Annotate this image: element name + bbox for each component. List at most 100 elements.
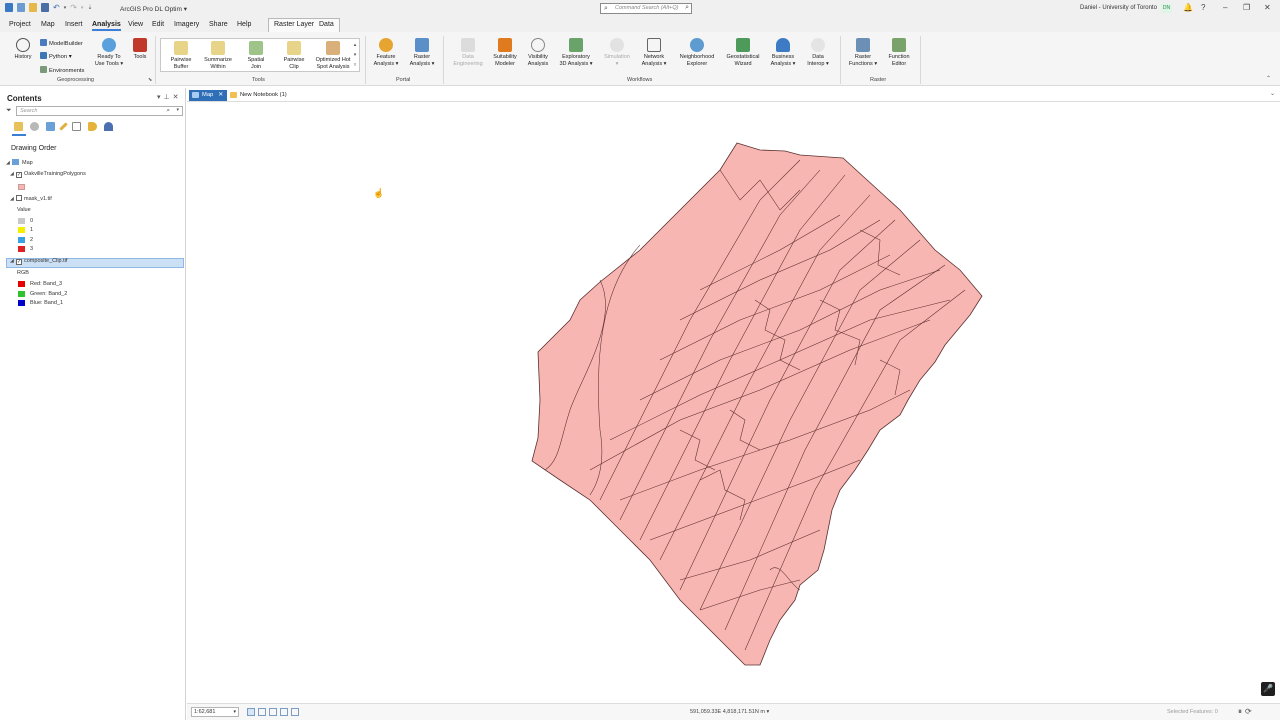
- close-icon[interactable]: ✕: [1264, 3, 1271, 12]
- summarize-within-button[interactable]: Summarize Within: [201, 41, 235, 70]
- environments-button[interactable]: Environments: [40, 66, 84, 74]
- training-polygon-extent[interactable]: [531, 142, 983, 666]
- raster-analysis-button[interactable]: Raster Analysis ▾: [406, 38, 438, 67]
- gallery-expand-icon[interactable]: ▿: [354, 62, 357, 68]
- visibility-checkbox[interactable]: ✓: [16, 259, 22, 265]
- help-icon[interactable]: ?: [1201, 3, 1205, 12]
- map-view[interactable]: [187, 103, 1280, 703]
- redo-dropdown-icon[interactable]: ▾: [81, 5, 84, 11]
- user-name[interactable]: Daniel - University of Toronto: [1080, 5, 1157, 11]
- list-by-selection-icon[interactable]: [46, 122, 55, 131]
- tab-notebook-view[interactable]: New Notebook (1): [227, 90, 291, 101]
- search-icon[interactable]: ⌕: [166, 107, 170, 115]
- chevron-down-icon[interactable]: ▾: [766, 709, 769, 715]
- raster-functions-button[interactable]: Raster Functions ▾: [846, 38, 880, 67]
- chevron-up-icon[interactable]: ▴: [354, 42, 357, 48]
- command-search-input[interactable]: ⌕ Command Search (Alt+Q) ⌕: [600, 3, 692, 14]
- table-icon[interactable]: [269, 708, 277, 716]
- grid-icon[interactable]: [258, 708, 266, 716]
- polygon-symbol-swatch[interactable]: [18, 184, 25, 190]
- gallery-scroll[interactable]: ▴ ▾ ▿: [351, 40, 359, 70]
- tab-imagery[interactable]: Imagery: [174, 21, 199, 28]
- suitability-modeler-button[interactable]: Suitability Modeler: [489, 38, 521, 67]
- feature-analysis-button[interactable]: Feature Analysis ▾: [370, 38, 402, 67]
- spatial-join-button[interactable]: Spatial Join: [241, 41, 271, 70]
- chevron-down-icon[interactable]: ▾: [176, 107, 179, 113]
- app-title[interactable]: ArcGIS Pro DL Optim ▾: [120, 5, 187, 13]
- project-icon[interactable]: [5, 3, 13, 12]
- tab-data[interactable]: Data: [319, 21, 334, 28]
- pairwise-buffer-button[interactable]: Pairwise Buffer: [164, 41, 198, 70]
- value-2-swatch[interactable]: [18, 237, 25, 243]
- history-button[interactable]: History: [12, 38, 34, 61]
- tab-analysis[interactable]: Analysis: [92, 21, 121, 31]
- undo-dropdown-icon[interactable]: ▾: [64, 5, 67, 11]
- simulation-button[interactable]: Simulation ▾: [600, 38, 634, 67]
- optimized-hot-spot-button[interactable]: Optimized Hot Spot Analysis: [313, 41, 353, 70]
- list-by-editing-icon[interactable]: [59, 122, 68, 131]
- tab-share[interactable]: Share: [209, 21, 228, 28]
- navigate-icon[interactable]: [280, 708, 288, 716]
- visibility-analysis-button[interactable]: Visibility Analysis: [523, 38, 553, 67]
- list-by-snapping-icon[interactable]: [72, 122, 81, 131]
- tab-help[interactable]: Help: [237, 21, 251, 28]
- data-interop-button[interactable]: Data Interop ▾: [803, 38, 833, 67]
- microphone-icon[interactable]: 🎤: [1261, 682, 1275, 696]
- tab-project[interactable]: Project: [9, 21, 31, 28]
- minimize-icon[interactable]: –: [1223, 3, 1227, 12]
- list-by-data-source-icon[interactable]: [30, 122, 39, 131]
- tools-button[interactable]: Tools: [130, 38, 150, 61]
- modelbuilder-button[interactable]: ModelBuilder: [40, 39, 83, 47]
- refresh-icon[interactable]: [291, 708, 299, 716]
- list-by-labeling-icon[interactable]: [88, 122, 97, 131]
- toc-layer-training-polygons[interactable]: ◢ ✓ OakvilleTrainingPolygons: [10, 171, 86, 178]
- exploratory-3d-button[interactable]: Exploratory 3D Analysis ▾: [556, 38, 596, 67]
- map-canvas[interactable]: [187, 103, 1280, 703]
- notification-icon[interactable]: 🔔: [1183, 3, 1193, 12]
- list-by-drawing-order-icon[interactable]: [14, 122, 23, 131]
- collapse-ribbon-icon[interactable]: ⌃: [1266, 75, 1271, 82]
- value-0-swatch[interactable]: [18, 218, 25, 224]
- tab-insert[interactable]: Insert: [65, 21, 83, 28]
- customize-icon[interactable]: ⇣: [87, 4, 92, 11]
- contents-search-input[interactable]: Search ⌕ ▾: [16, 106, 183, 116]
- business-analysis-button[interactable]: Business Analysis ▾: [767, 38, 799, 67]
- geostatistical-wizard-button[interactable]: Geostatistical Wizard: [723, 38, 763, 67]
- green-band-swatch[interactable]: [18, 291, 25, 297]
- pause-icon[interactable]: ⏸: [1238, 707, 1245, 716]
- network-analysis-button[interactable]: Network Analysis ▾: [638, 38, 670, 67]
- neighborhood-explorer-button[interactable]: Neighborhood Explorer: [675, 38, 719, 67]
- value-3-swatch[interactable]: [18, 246, 25, 252]
- open-icon[interactable]: [29, 3, 37, 12]
- undo-icon[interactable]: ↶: [53, 3, 60, 12]
- function-editor-button[interactable]: Function Editor: [884, 38, 914, 67]
- tab-map[interactable]: Map: [41, 21, 55, 28]
- visibility-checkbox[interactable]: [16, 195, 22, 201]
- save-icon[interactable]: [41, 3, 49, 12]
- blue-band-swatch[interactable]: [18, 300, 25, 306]
- python-button[interactable]: Python ▾: [40, 52, 72, 60]
- tab-edit[interactable]: Edit: [152, 21, 164, 28]
- toc-layer-composite[interactable]: ◢ ✓ composite_Clip.tif: [10, 258, 67, 265]
- toc-layer-mask[interactable]: ◢ mask_v1.tif: [10, 195, 52, 202]
- ready-to-use-tools-button[interactable]: Ready To Use Tools ▾: [92, 38, 126, 67]
- selected-features-count[interactable]: Selected Features: 0: [1167, 709, 1218, 715]
- visibility-checkbox[interactable]: ✓: [16, 172, 22, 178]
- restore-icon[interactable]: ❐: [1243, 3, 1250, 12]
- new-icon[interactable]: [17, 3, 25, 12]
- pairwise-clip-button[interactable]: Pairwise Clip: [279, 41, 309, 70]
- tab-view[interactable]: View: [128, 21, 143, 28]
- scale-selector[interactable]: 1:62,681 ▾: [191, 707, 239, 717]
- value-1-swatch[interactable]: [18, 227, 25, 233]
- fixed-zoom-icon[interactable]: [247, 708, 255, 716]
- dialog-launcher-icon[interactable]: ⬊: [148, 77, 152, 83]
- close-pane-icon[interactable]: ✕: [173, 94, 182, 101]
- redo-icon[interactable]: ↷: [70, 3, 77, 12]
- data-engineering-button[interactable]: Data Engineering: [450, 38, 486, 67]
- filter-icon[interactable]: ⏷: [6, 107, 12, 115]
- view-tabs-overflow-icon[interactable]: ⌄: [1270, 90, 1275, 97]
- toc-map[interactable]: ◢ Map: [6, 159, 33, 166]
- pin-icon[interactable]: ⊥: [164, 94, 173, 101]
- tab-map-view[interactable]: Map ✕: [189, 90, 228, 101]
- refresh-map-icon[interactable]: ⟳: [1245, 707, 1255, 716]
